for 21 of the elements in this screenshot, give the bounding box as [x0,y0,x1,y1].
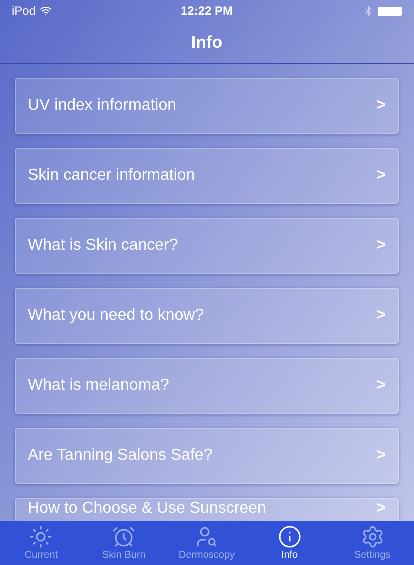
sun-icon [29,524,54,548]
tab-bar-item[interactable]: Skin Burn [82,521,166,565]
alarm-clock-icon [112,524,136,548]
info-list-item[interactable]: UV index information > [15,78,399,134]
settings-icon [360,524,385,548]
bluetooth-icon [363,6,374,16]
battery-icon [378,6,402,16]
tab-bar-item[interactable]: Dermoscopy [166,521,248,565]
person-search-icon [194,524,219,548]
tab-bar-item[interactable]: Current [0,521,83,565]
info-list-item[interactable]: What you need to know? > [15,288,399,344]
info-list-item[interactable]: Skin cancer information > [15,148,399,204]
info-list-item[interactable]: What is Skin cancer? > [15,218,399,274]
info-list-item[interactable]: What is melanoma? > [15,358,399,414]
status-time: 12:22 PM [180,3,234,20]
tab-bar-item[interactable]: Settings [331,521,414,565]
carrier-label: iPod [12,3,36,20]
tab-bar-item[interactable]: Info [248,521,332,565]
info-list-item[interactable]: Are Tanning Salons Safe? > [15,428,399,484]
info-icon [278,524,302,548]
nav-title: Info [191,32,223,54]
